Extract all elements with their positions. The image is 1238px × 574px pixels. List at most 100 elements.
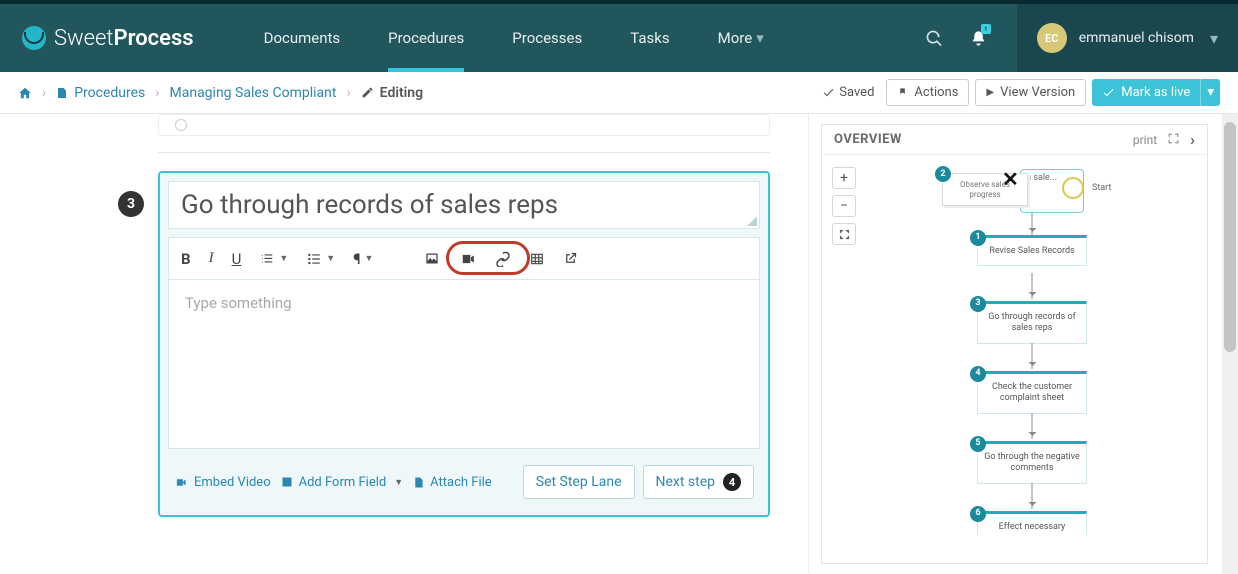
actions-button[interactable]: Actions: [886, 79, 969, 106]
start-label: Start: [1092, 183, 1111, 193]
editor-toolbar: B I U ▼ ▼ ¶▼: [168, 237, 760, 279]
scroll-thumb[interactable]: [1224, 122, 1236, 352]
image-button[interactable]: [423, 251, 441, 266]
embed-video-link[interactable]: Embed Video: [174, 475, 271, 490]
table-button[interactable]: [529, 252, 545, 266]
editor-body[interactable]: Type something: [168, 279, 760, 449]
user-name: emmanuel chisom: [1079, 30, 1194, 46]
view-version-label: View Version: [1000, 85, 1075, 100]
previous-step-collapsed[interactable]: [158, 114, 770, 136]
breadcrumb-procedures[interactable]: Procedures: [56, 85, 145, 101]
breadcrumb-item[interactable]: Managing Sales Compliant: [170, 85, 337, 101]
bell-icon[interactable]: 1: [957, 4, 1001, 72]
flow-node-3[interactable]: 3 Go through records of sales reps: [977, 301, 1087, 344]
observe-node-num: 2: [935, 166, 951, 182]
flow-arrow: [1032, 413, 1033, 439]
main: 3 Go through records of sales reps B I U…: [0, 114, 1238, 574]
breadcrumb-state: Editing: [361, 85, 423, 101]
nav-tabs: Documents Procedures Processes Tasks Mor…: [242, 4, 786, 72]
flow-node-3-label: Go through records of sales reps: [988, 312, 1075, 333]
nav-right: 1 EC emmanuel chisom ▾: [913, 4, 1238, 72]
overview-column: OVERVIEW print › + − Is sa: [808, 114, 1238, 574]
nav-tab-more[interactable]: More ▾: [696, 4, 786, 72]
flow-arrow: [1032, 273, 1033, 299]
divider: [158, 152, 770, 153]
next-step-badge: 4: [723, 473, 741, 491]
print-link[interactable]: print: [1133, 133, 1157, 147]
link-button[interactable]: [495, 251, 511, 267]
chevron-down-icon: ▼: [394, 477, 403, 488]
embed-video-label: Embed Video: [194, 475, 271, 490]
saved-indicator: Saved: [822, 85, 874, 100]
search-icon[interactable]: [913, 4, 957, 72]
chevron-down-icon: ▾: [1210, 29, 1218, 48]
attach-file-link[interactable]: Attach File: [413, 475, 492, 490]
actions-button-label: Actions: [914, 85, 958, 100]
zoom-fit-button[interactable]: [832, 223, 856, 245]
radio-icon: [175, 119, 187, 131]
step-card: Go through records of sales reps B I U ▼…: [158, 171, 770, 517]
flow-node-1[interactable]: 1 Revise Sales Records: [977, 235, 1087, 266]
view-version-button[interactable]: ▶ View Version: [975, 79, 1086, 106]
chevron-down-icon: ▾: [756, 29, 764, 47]
flow-node-5[interactable]: 5 Go through the negative comments: [977, 441, 1087, 484]
italic-button[interactable]: I: [209, 250, 214, 267]
top-nav: SweetProcess Documents Procedures Proces…: [0, 0, 1238, 72]
nav-tab-procedures[interactable]: Procedures: [366, 4, 486, 72]
set-step-lane-button[interactable]: Set Step Lane: [523, 465, 635, 499]
expand-icon[interactable]: [1167, 132, 1180, 148]
paragraph-button[interactable]: ¶▼: [353, 250, 373, 268]
breadcrumb-state-label: Editing: [380, 85, 423, 101]
step-footer-buttons: Set Step Lane Next step 4: [523, 465, 754, 499]
nav-tab-processes[interactable]: Processes: [490, 4, 604, 72]
ordered-list-button[interactable]: ▼: [259, 252, 288, 266]
step-title-input[interactable]: Go through records of sales reps: [168, 181, 760, 229]
flow-node-5-label: Go through the negative comments: [984, 452, 1080, 473]
video-button[interactable]: [459, 252, 477, 266]
mark-as-live-label: Mark as live: [1121, 85, 1190, 100]
breadcrumb-procedures-label: Procedures: [74, 85, 145, 101]
overview-zoom: + −: [832, 167, 856, 245]
underline-button[interactable]: U: [232, 250, 242, 268]
flow-node-3-num: 3: [970, 296, 986, 312]
crumb-actions: Saved Actions ▶ View Version Mark as liv…: [822, 79, 1220, 106]
brand-logo[interactable]: SweetProcess: [0, 26, 222, 51]
zoom-in-button[interactable]: +: [832, 167, 856, 189]
step-number-badge: 3: [118, 191, 144, 217]
overview-title: OVERVIEW: [834, 132, 902, 147]
unordered-list-button[interactable]: ▼: [306, 252, 335, 266]
next-step-label: Next step: [656, 474, 716, 490]
nav-tab-tasks[interactable]: Tasks: [608, 4, 691, 72]
overview-panel: OVERVIEW print › + − Is sa: [821, 124, 1208, 564]
overview-header: OVERVIEW print ›: [822, 125, 1207, 155]
add-form-field-link[interactable]: Add Form Field ▼: [281, 475, 404, 490]
flow-node-6[interactable]: 6 Effect necessary: [977, 511, 1087, 535]
bold-button[interactable]: B: [181, 250, 191, 268]
breadcrumb-bar: › Procedures › Managing Sales Compliant …: [0, 72, 1238, 114]
nav-tab-documents[interactable]: Documents: [242, 4, 363, 72]
overview-flow[interactable]: Is sale... Start 2 Observe sales progres…: [942, 165, 1187, 553]
step-editor: 3 Go through records of sales reps B I U…: [158, 171, 770, 517]
brand-thin: Sweet: [54, 26, 113, 51]
flow-node-4-label: Check the customer complaint sheet: [992, 382, 1072, 403]
logo-icon: [22, 26, 46, 50]
flow-node-5-num: 5: [970, 436, 986, 452]
chevron-right-icon[interactable]: ›: [1190, 130, 1195, 149]
next-step-button[interactable]: Next step 4: [643, 465, 755, 499]
user-menu[interactable]: EC emmanuel chisom ▾: [1017, 4, 1238, 72]
avatar: EC: [1037, 23, 1067, 53]
flow-arrow: [1032, 483, 1033, 509]
step-footer: Embed Video Add Form Field ▼ Attach File…: [160, 449, 768, 515]
brand-bold: Process: [113, 26, 193, 51]
home-icon[interactable]: [18, 86, 32, 100]
breadcrumb-sep: ›: [42, 85, 46, 101]
flow-node-6-label: Effect necessary: [999, 522, 1066, 532]
external-link-button[interactable]: [563, 251, 578, 266]
mark-as-live-button[interactable]: Mark as live: [1092, 79, 1200, 106]
scrollbar[interactable]: [1222, 114, 1238, 574]
mark-as-live-dropdown[interactable]: ▾: [1200, 79, 1220, 106]
flow-node-1-label: Revise Sales Records: [989, 246, 1074, 256]
close-icon[interactable]: ✕: [1002, 167, 1019, 191]
flow-node-4[interactable]: 4 Check the customer complaint sheet: [977, 371, 1087, 414]
zoom-out-button[interactable]: −: [832, 195, 856, 217]
